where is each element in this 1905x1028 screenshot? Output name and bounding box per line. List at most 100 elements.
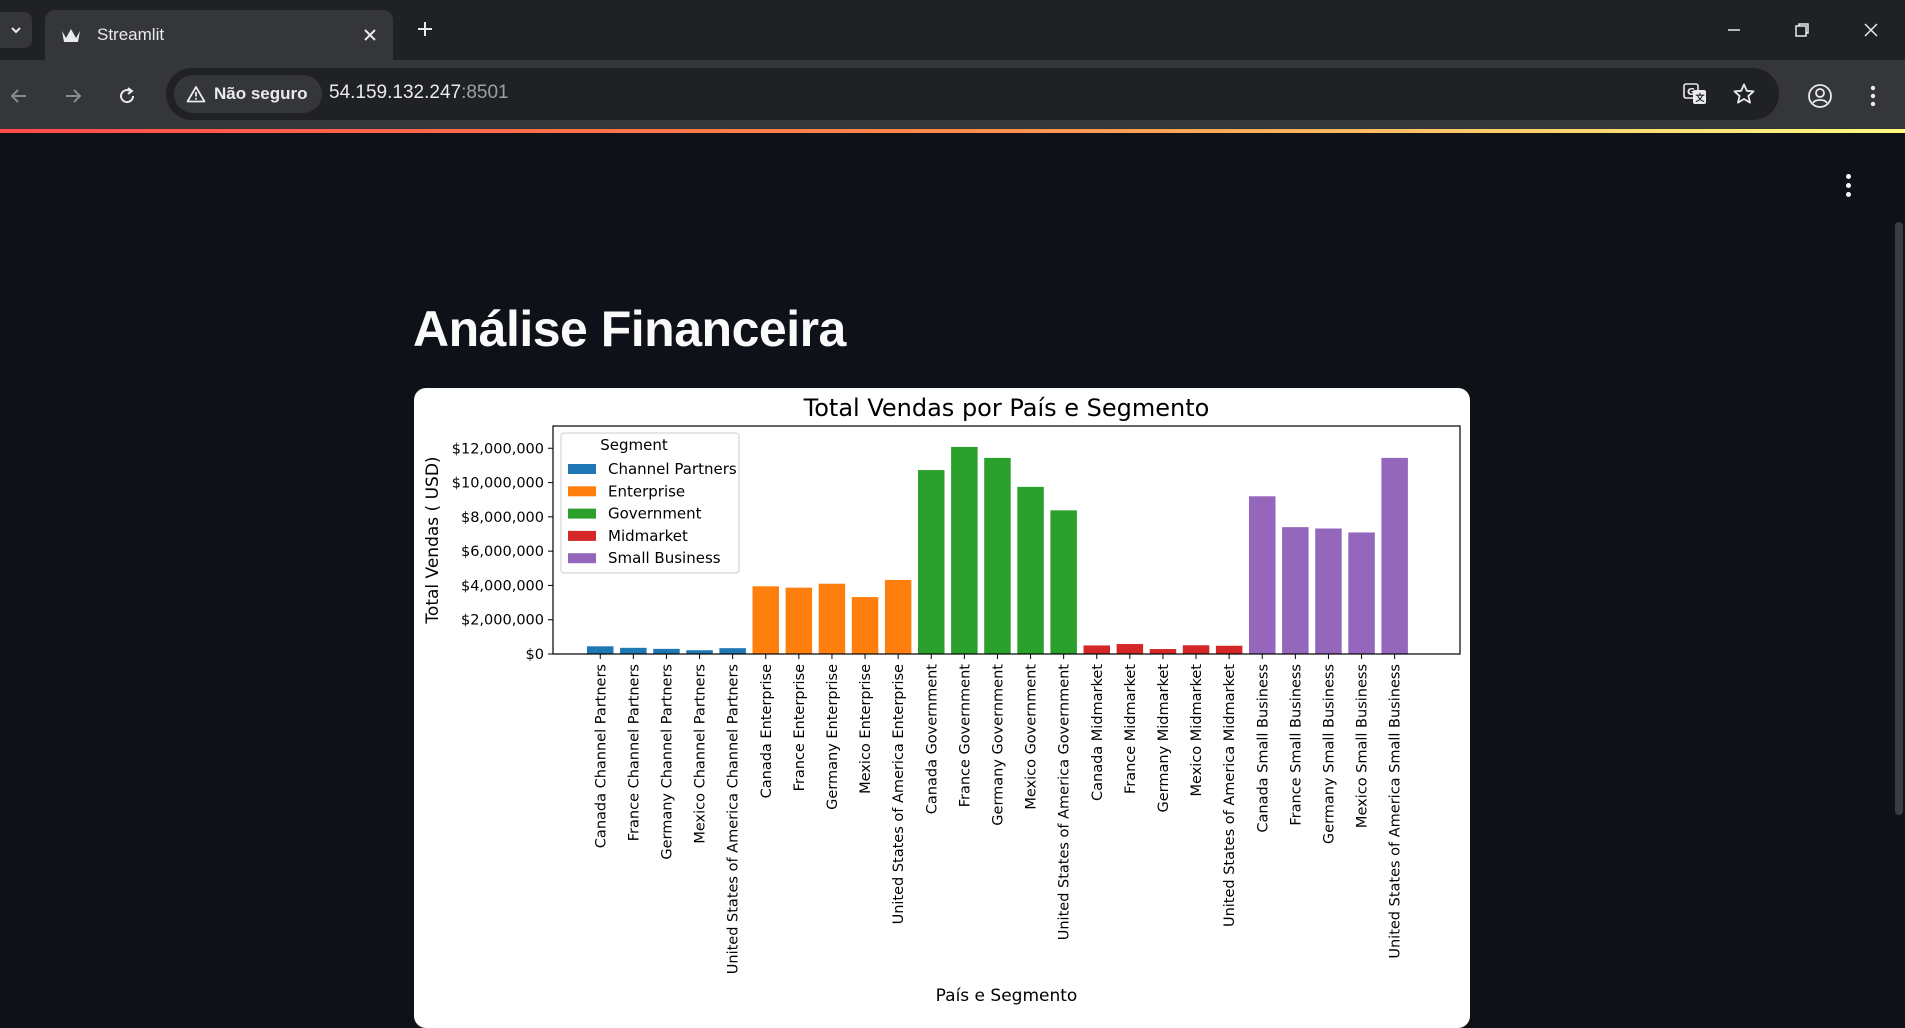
new-tab-plus-icon[interactable] [410, 14, 440, 44]
y-tick-label-1: $0 [526, 647, 544, 663]
svg-text:文: 文 [1695, 92, 1706, 104]
bar-24 [1348, 532, 1375, 654]
legend-swatch-2 [568, 486, 596, 497]
y-tick-label-5: $8,000,000 [461, 510, 544, 526]
bar-15 [1050, 510, 1077, 654]
bar-12 [951, 446, 978, 654]
x-tick-label-21: Canada Small Business [1255, 664, 1271, 833]
bar-6 [752, 586, 779, 654]
browser-toolbar: Não seguro 54.159.132.247:8501 G文 [0, 60, 1905, 130]
url-port: :8501 [461, 82, 509, 103]
x-tick-label-19: Mexico Midmarket [1189, 664, 1205, 797]
bar-chart: Total Vendas por País e Segmento Canada C… [423, 394, 1461, 1006]
streamlit-header-decoration [0, 129, 1905, 133]
bar-5 [719, 648, 746, 654]
minimize-icon[interactable] [1714, 10, 1754, 50]
legend-swatch-1 [568, 464, 596, 474]
x-tick-label-18: Germany Midmarket [1156, 664, 1172, 813]
x-tick-label-6: Canada Enterprise [759, 664, 775, 798]
bookmark-star-icon[interactable] [1729, 79, 1759, 109]
bar-1 [587, 646, 614, 654]
forward-arrow-icon[interactable] [56, 79, 90, 113]
x-tick-label-4: Mexico Channel Partners [693, 664, 709, 844]
y-tick-label-3: $4,000,000 [461, 578, 544, 594]
close-window-icon[interactable] [1851, 10, 1891, 50]
bar-23 [1315, 528, 1342, 654]
x-tick-label-12: France Government [957, 664, 973, 808]
bar-9 [851, 597, 879, 654]
browser-tab-bar: Streamlit [0, 0, 1905, 60]
browser-menu-icon[interactable] [1856, 79, 1890, 113]
y-tick-label-4: $6,000,000 [461, 544, 544, 560]
x-tick-label-17: France Midmarket [1123, 664, 1139, 794]
bar-8 [818, 583, 846, 654]
chevron-down-icon [11, 27, 21, 34]
legend-swatch-5 [568, 553, 596, 564]
legend-entry-2: Enterprise [608, 482, 685, 500]
x-tick-label-2: France Channel Partners [626, 664, 642, 841]
legend-title: Segment [600, 436, 668, 454]
legend-entry-5: Small Business [608, 549, 721, 567]
tab-search-dropdown[interactable] [0, 12, 32, 48]
bar-18 [1149, 649, 1177, 654]
x-tick-label-14: Mexico Government [1024, 664, 1040, 810]
security-indicator[interactable]: Não seguro [174, 75, 322, 113]
bar-20 [1215, 645, 1243, 654]
bar-7 [785, 587, 813, 654]
bar-14 [1017, 486, 1044, 654]
security-label: Não seguro [214, 84, 308, 103]
tab-title: Streamlit [97, 25, 165, 44]
bar-25 [1381, 457, 1408, 654]
x-axis-label: País e Segmento [936, 986, 1078, 1006]
bar-13 [984, 457, 1011, 654]
x-tick-label-13: Germany Government [990, 664, 1006, 826]
address-bar[interactable]: Não seguro 54.159.132.247:8501 G文 [166, 68, 1779, 120]
url-host: 54.159.132.247 [329, 82, 462, 103]
bar-21 [1249, 496, 1276, 654]
legend-entry-4: Midmarket [608, 527, 688, 545]
legend-entry-1: Channel Partners [608, 460, 737, 478]
x-tick-label-1: Canada Channel Partners [593, 664, 609, 848]
y-tick-label-2: $2,000,000 [461, 613, 544, 629]
back-arrow-icon[interactable] [2, 79, 36, 113]
x-tick-label-15: United States of America Government [1057, 664, 1073, 941]
x-tick-label-3: Germany Channel Partners [659, 664, 675, 860]
x-tick-label-25: United States of America Small Business [1388, 664, 1404, 959]
translate-icon[interactable]: G文 [1680, 79, 1710, 109]
y-tick-label-7: $12,000,000 [452, 441, 544, 457]
app-main-menu-icon[interactable] [1836, 170, 1860, 200]
url-text[interactable]: 54.159.132.247:8501 [329, 82, 509, 104]
legend-swatch-3 [568, 508, 596, 519]
close-tab-icon[interactable] [355, 20, 385, 50]
streamlit-crown-icon [61, 25, 81, 45]
bar-19 [1182, 645, 1210, 654]
x-tick-label-9: Mexico Enterprise [858, 664, 874, 794]
legend-entry-3: Government [608, 505, 702, 523]
bar-3 [653, 648, 680, 654]
x-tick-label-10: United States of America Enterprise [891, 664, 907, 924]
reload-icon[interactable] [110, 79, 144, 113]
x-tick-label-11: Canada Government [924, 664, 940, 815]
y-axis-label: Total Vendas ( USD) [423, 456, 443, 624]
bar-11 [918, 470, 945, 654]
legend-swatch-4 [568, 530, 596, 541]
bar-17 [1116, 644, 1144, 654]
browser-tab[interactable]: Streamlit [45, 10, 393, 60]
restore-window-icon[interactable] [1782, 10, 1822, 50]
bar-22 [1282, 527, 1309, 654]
warning-triangle-icon [186, 86, 206, 103]
bar-10 [884, 579, 912, 654]
bar-16 [1083, 645, 1110, 654]
profile-icon[interactable] [1803, 79, 1837, 113]
x-tick-label-7: France Enterprise [792, 664, 808, 791]
chart-container: Total Vendas por País e Segmento Canada C… [414, 388, 1470, 1028]
page-scrollbar[interactable] [1895, 222, 1903, 815]
y-tick-label-6: $10,000,000 [452, 476, 544, 492]
bar-2 [620, 647, 647, 654]
x-tick-label-24: Mexico Small Business [1355, 664, 1371, 828]
x-tick-label-8: Germany Enterprise [825, 664, 841, 810]
x-tick-label-5: United States of America Channel Partner… [726, 664, 742, 974]
x-tick-label-16: Canada Midmarket [1090, 664, 1106, 801]
x-tick-label-20: United States of America Midmarket [1222, 664, 1238, 927]
chart-title: Total Vendas por País e Segmento [803, 394, 1210, 422]
